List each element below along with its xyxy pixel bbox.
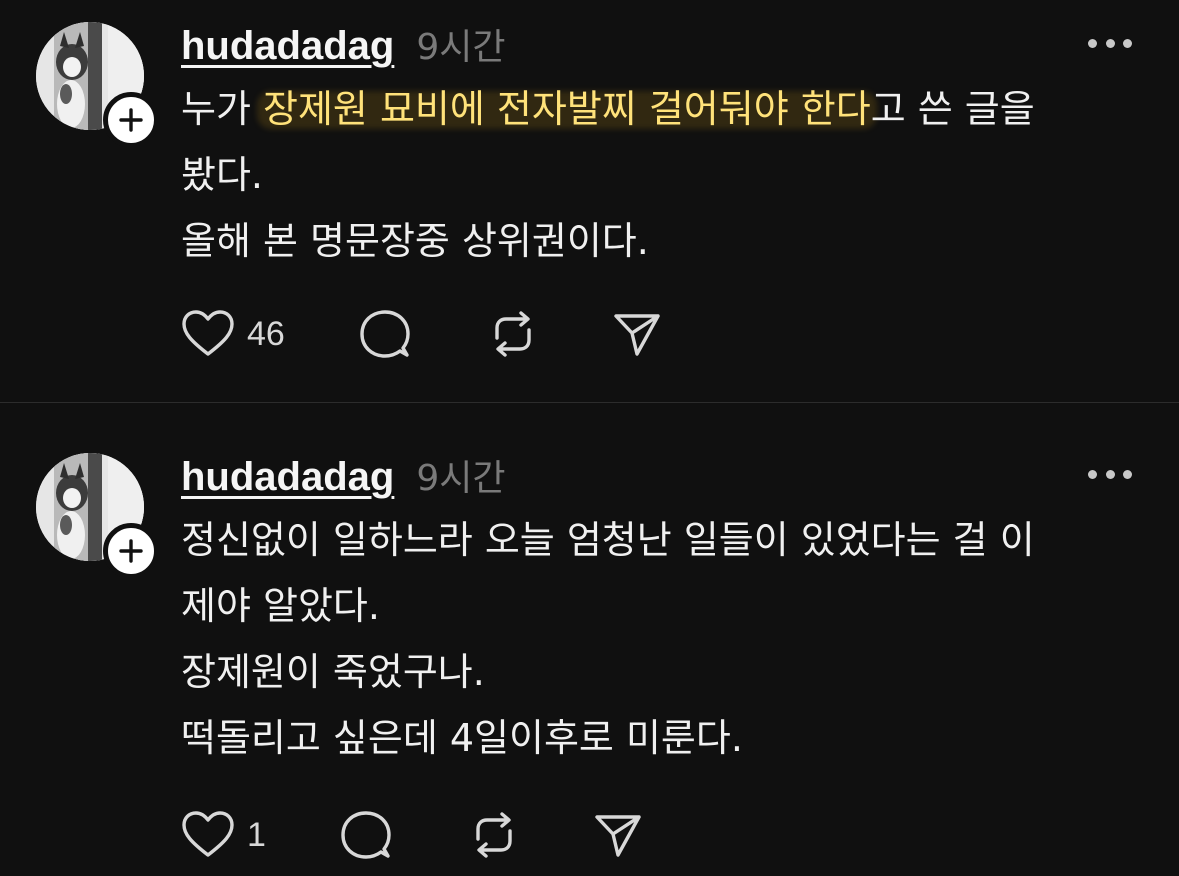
like-button[interactable]: 1 xyxy=(181,810,266,860)
like-button[interactable]: 46 xyxy=(181,309,285,359)
send-icon xyxy=(595,815,641,857)
like-count: 1 xyxy=(247,815,266,854)
heart-icon xyxy=(182,310,234,356)
post-text: 누가 장제원 묘비에 전자발찌 걸어둬야 한다고 쓴 글을 봤다. 올해 본 명… xyxy=(181,80,1141,278)
avatar-container[interactable] xyxy=(36,22,159,148)
timestamp[interactable]: 9시간 xyxy=(416,18,505,70)
post-text: 정신없이 일하느라 오늘 엄청난 일들이 있었다는 걸 이 제야 알았다. 장제… xyxy=(181,511,1141,775)
text-line: 제야 알았다. xyxy=(181,584,380,628)
post: hudadadag 9시간 누가 장제원 묘비에 전자발찌 걸어둬야 한다고 쓴… xyxy=(0,0,1179,402)
plus-icon xyxy=(119,539,143,563)
action-bar: 1 xyxy=(181,809,644,861)
text-line: 봤다. xyxy=(181,153,263,197)
post: hudadadag 9시간 정신없이 일하느라 오늘 엄청난 일들이 있었다는 … xyxy=(0,403,1179,876)
threads-feed: hudadadag 9시간 누가 장제원 묘비에 전자발찌 걸어둬야 한다고 쓴… xyxy=(0,0,1179,876)
repost-button[interactable] xyxy=(487,308,539,360)
like-count: 46 xyxy=(247,314,285,353)
reply-button[interactable] xyxy=(340,809,392,861)
plus-icon xyxy=(119,108,143,132)
highlighted-text: 장제원 묘비에 전자발찌 걸어둬야 한다 xyxy=(263,87,871,131)
share-button[interactable] xyxy=(611,308,663,360)
post-header: hudadadag 9시간 xyxy=(181,449,506,499)
text-line: 올해 본 명문장중 상위권이다. xyxy=(181,219,649,263)
repost-button[interactable] xyxy=(468,809,520,861)
timestamp[interactable]: 9시간 xyxy=(416,449,505,501)
send-icon xyxy=(614,314,660,356)
more-icon[interactable] xyxy=(1088,467,1132,481)
share-button[interactable] xyxy=(592,809,644,861)
heart-icon xyxy=(182,811,234,857)
avatar-container[interactable] xyxy=(36,453,159,579)
text-line: 누가 장제원 묘비에 전자발찌 걸어둬야 한다고 쓴 글을 xyxy=(181,80,1141,138)
text-segment: 고 쓴 글을 xyxy=(870,87,1035,131)
post-header: hudadadag 9시간 xyxy=(181,18,506,68)
reply-button[interactable] xyxy=(359,308,411,360)
username[interactable]: hudadadag xyxy=(181,455,394,500)
text-line: 장제원이 죽었구나. xyxy=(181,650,485,694)
action-bar: 46 xyxy=(181,308,663,360)
comment-icon xyxy=(341,811,391,859)
text-line: 정신없이 일하느라 오늘 엄청난 일들이 있었다는 걸 이 xyxy=(181,518,1035,562)
comment-icon xyxy=(360,310,410,358)
text-segment: 누가 xyxy=(181,87,263,131)
username[interactable]: hudadadag xyxy=(181,24,394,69)
follow-button[interactable] xyxy=(103,523,159,579)
repost-icon xyxy=(476,812,512,858)
follow-button[interactable] xyxy=(103,92,159,148)
more-icon[interactable] xyxy=(1088,36,1132,50)
repost-icon xyxy=(495,311,531,357)
text-line: 떡돌리고 싶은데 4일이후로 미룬다. xyxy=(181,716,743,760)
